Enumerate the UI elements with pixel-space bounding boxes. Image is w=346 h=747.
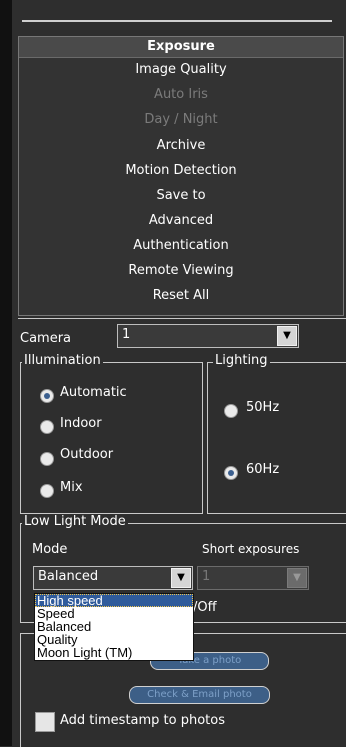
radio-mix-label: Mix <box>60 480 83 495</box>
camera-select[interactable]: 1 ▼ <box>117 324 299 348</box>
menu-item-image-quality[interactable]: Image Quality <box>19 60 343 80</box>
menu-item-advanced[interactable]: Advanced <box>19 211 343 231</box>
radio-automatic[interactable] <box>40 389 54 403</box>
menu-item-save-to[interactable]: Save to <box>19 186 343 206</box>
short-exposures-select: 1 ▼ <box>197 566 309 590</box>
menu-item-authentication[interactable]: Authentication <box>19 236 343 256</box>
radio-indoor-label: Indoor <box>60 416 102 431</box>
mode-select[interactable]: Balanced ▼ <box>33 566 193 590</box>
dropdown-option-moon-light[interactable]: Moon Light (TM) <box>35 646 193 659</box>
radio-outdoor[interactable] <box>40 452 54 466</box>
menu-item-auto-iris: Auto Iris <box>154 87 208 102</box>
chevron-down-icon[interactable]: ▼ <box>277 326 297 346</box>
chevron-down-icon[interactable]: ▼ <box>171 568 191 588</box>
camera-select-value: 1 <box>122 327 131 342</box>
menu-item-day-night: Day / Night <box>144 112 218 127</box>
menu-item-remote-viewing[interactable]: Remote Viewing <box>19 261 343 281</box>
partial-off-label: /Off <box>193 600 217 615</box>
radio-indoor[interactable] <box>40 420 54 434</box>
menu-item-motion-detection[interactable]: Motion Detection <box>19 161 343 181</box>
short-exposures-label: Short exposures <box>202 542 300 556</box>
radio-50hz[interactable] <box>224 404 238 418</box>
radio-60hz-label: 60Hz <box>246 462 280 477</box>
mode-label: Mode <box>32 542 68 557</box>
radio-60hz[interactable] <box>224 466 238 480</box>
low-light-legend: Low Light Mode <box>22 514 128 529</box>
settings-menu: Exposure Image Quality Auto Iris Day / N… <box>18 36 344 316</box>
mode-dropdown-list: High speed Speed Balanced Quality Moon L… <box>34 593 194 661</box>
camera-label: Camera <box>20 331 72 346</box>
top-divider <box>22 20 332 22</box>
mode-select-value: Balanced <box>38 569 99 584</box>
check-email-photo-button[interactable]: Check & Email photo <box>129 686 270 704</box>
radio-outdoor-label: Outdoor <box>60 447 114 462</box>
radio-50hz-label: 50Hz <box>246 400 280 415</box>
menu-item-archive[interactable]: Archive <box>19 136 343 156</box>
menu-item-reset-all[interactable]: Reset All <box>19 286 343 306</box>
radio-automatic-label: Automatic <box>60 385 127 400</box>
chevron-down-icon: ▼ <box>287 568 307 588</box>
lighting-legend: Lighting <box>213 353 270 368</box>
menu-item-exposure[interactable]: Exposure <box>19 37 343 58</box>
timestamp-checkbox[interactable] <box>35 712 55 732</box>
lighting-group <box>207 362 346 514</box>
section-separator <box>18 318 346 319</box>
left-edge-bar <box>0 0 12 746</box>
radio-mix[interactable] <box>40 484 54 498</box>
timestamp-label: Add timestamp to photos <box>60 713 226 728</box>
short-exposures-value: 1 <box>202 569 211 584</box>
illumination-legend: Illumination <box>22 353 103 368</box>
